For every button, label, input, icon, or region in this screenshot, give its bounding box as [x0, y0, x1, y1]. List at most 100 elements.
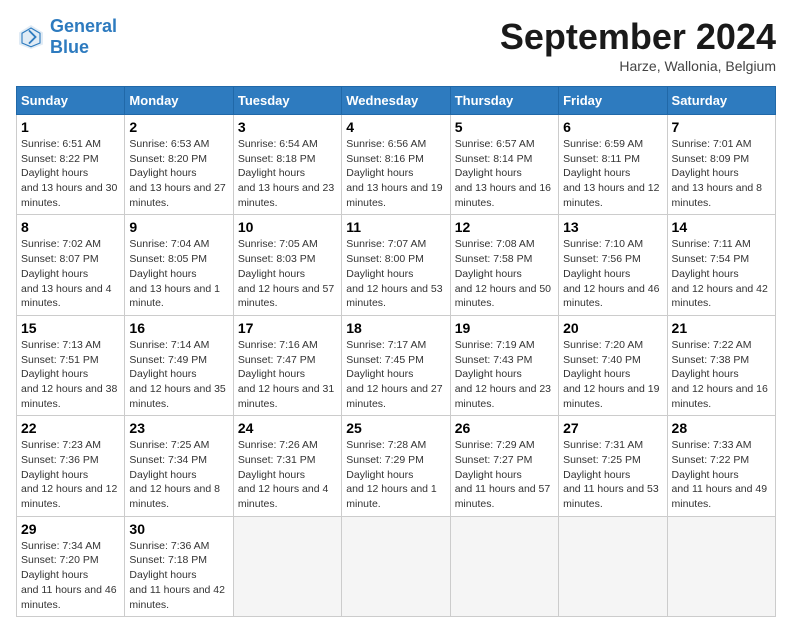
day-number: 6: [563, 119, 662, 135]
logo-icon: [16, 22, 46, 52]
column-header-thursday: Thursday: [450, 87, 558, 115]
calendar-cell: 18 Sunrise: 7:17 AM Sunset: 7:45 PM Dayl…: [342, 315, 450, 415]
day-number: 17: [238, 320, 337, 336]
day-info: Sunrise: 6:57 AM Sunset: 8:14 PM Dayligh…: [455, 137, 554, 210]
day-info: Sunrise: 6:53 AM Sunset: 8:20 PM Dayligh…: [129, 137, 228, 210]
day-number: 13: [563, 219, 662, 235]
calendar-cell: 29 Sunrise: 7:34 AM Sunset: 7:20 PM Dayl…: [17, 516, 125, 616]
day-number: 10: [238, 219, 337, 235]
day-number: 7: [672, 119, 771, 135]
calendar-cell: 12 Sunrise: 7:08 AM Sunset: 7:58 PM Dayl…: [450, 215, 558, 315]
column-header-tuesday: Tuesday: [233, 87, 341, 115]
day-info: Sunrise: 7:01 AM Sunset: 8:09 PM Dayligh…: [672, 137, 771, 210]
day-info: Sunrise: 7:11 AM Sunset: 7:54 PM Dayligh…: [672, 237, 771, 310]
calendar-cell: 6 Sunrise: 6:59 AM Sunset: 8:11 PM Dayli…: [559, 115, 667, 215]
calendar-week-row: 22 Sunrise: 7:23 AM Sunset: 7:36 PM Dayl…: [17, 416, 776, 516]
day-info: Sunrise: 7:17 AM Sunset: 7:45 PM Dayligh…: [346, 338, 445, 411]
day-number: 29: [21, 521, 120, 537]
day-number: 15: [21, 320, 120, 336]
calendar-cell: 25 Sunrise: 7:28 AM Sunset: 7:29 PM Dayl…: [342, 416, 450, 516]
logo-text: General Blue: [50, 16, 117, 58]
day-info: Sunrise: 7:23 AM Sunset: 7:36 PM Dayligh…: [21, 438, 120, 511]
month-title: September 2024: [500, 16, 776, 58]
calendar-cell: 3 Sunrise: 6:54 AM Sunset: 8:18 PM Dayli…: [233, 115, 341, 215]
day-info: Sunrise: 7:02 AM Sunset: 8:07 PM Dayligh…: [21, 237, 120, 310]
calendar-cell: 19 Sunrise: 7:19 AM Sunset: 7:43 PM Dayl…: [450, 315, 558, 415]
calendar-week-row: 15 Sunrise: 7:13 AM Sunset: 7:51 PM Dayl…: [17, 315, 776, 415]
day-info: Sunrise: 7:04 AM Sunset: 8:05 PM Dayligh…: [129, 237, 228, 310]
day-number: 5: [455, 119, 554, 135]
day-info: Sunrise: 7:33 AM Sunset: 7:22 PM Dayligh…: [672, 438, 771, 511]
calendar-cell: 21 Sunrise: 7:22 AM Sunset: 7:38 PM Dayl…: [667, 315, 775, 415]
day-number: 12: [455, 219, 554, 235]
calendar-cell: 27 Sunrise: 7:31 AM Sunset: 7:25 PM Dayl…: [559, 416, 667, 516]
calendar-cell: 26 Sunrise: 7:29 AM Sunset: 7:27 PM Dayl…: [450, 416, 558, 516]
calendar-week-row: 1 Sunrise: 6:51 AM Sunset: 8:22 PM Dayli…: [17, 115, 776, 215]
calendar-cell: 10 Sunrise: 7:05 AM Sunset: 8:03 PM Dayl…: [233, 215, 341, 315]
calendar-cell: 20 Sunrise: 7:20 AM Sunset: 7:40 PM Dayl…: [559, 315, 667, 415]
calendar-cell: 1 Sunrise: 6:51 AM Sunset: 8:22 PM Dayli…: [17, 115, 125, 215]
column-header-friday: Friday: [559, 87, 667, 115]
day-info: Sunrise: 7:08 AM Sunset: 7:58 PM Dayligh…: [455, 237, 554, 310]
day-number: 4: [346, 119, 445, 135]
day-number: 19: [455, 320, 554, 336]
day-info: Sunrise: 7:29 AM Sunset: 7:27 PM Dayligh…: [455, 438, 554, 511]
day-number: 22: [21, 420, 120, 436]
logo-blue: Blue: [50, 37, 89, 57]
day-info: Sunrise: 7:10 AM Sunset: 7:56 PM Dayligh…: [563, 237, 662, 310]
day-number: 26: [455, 420, 554, 436]
calendar-week-row: 8 Sunrise: 7:02 AM Sunset: 8:07 PM Dayli…: [17, 215, 776, 315]
calendar-table: SundayMondayTuesdayWednesdayThursdayFrid…: [16, 86, 776, 617]
day-info: Sunrise: 7:05 AM Sunset: 8:03 PM Dayligh…: [238, 237, 337, 310]
day-number: 9: [129, 219, 228, 235]
title-block: September 2024 Harze, Wallonia, Belgium: [500, 16, 776, 74]
calendar-cell: 11 Sunrise: 7:07 AM Sunset: 8:00 PM Dayl…: [342, 215, 450, 315]
day-number: 30: [129, 521, 228, 537]
calendar-cell: 5 Sunrise: 6:57 AM Sunset: 8:14 PM Dayli…: [450, 115, 558, 215]
day-number: 24: [238, 420, 337, 436]
day-info: Sunrise: 7:26 AM Sunset: 7:31 PM Dayligh…: [238, 438, 337, 511]
day-number: 8: [21, 219, 120, 235]
day-info: Sunrise: 7:28 AM Sunset: 7:29 PM Dayligh…: [346, 438, 445, 511]
day-number: 1: [21, 119, 120, 135]
day-number: 27: [563, 420, 662, 436]
day-number: 3: [238, 119, 337, 135]
day-info: Sunrise: 6:54 AM Sunset: 8:18 PM Dayligh…: [238, 137, 337, 210]
day-info: Sunrise: 7:22 AM Sunset: 7:38 PM Dayligh…: [672, 338, 771, 411]
day-info: Sunrise: 6:56 AM Sunset: 8:16 PM Dayligh…: [346, 137, 445, 210]
day-info: Sunrise: 7:25 AM Sunset: 7:34 PM Dayligh…: [129, 438, 228, 511]
calendar-cell: [667, 516, 775, 616]
day-number: 16: [129, 320, 228, 336]
column-header-wednesday: Wednesday: [342, 87, 450, 115]
calendar-cell: 28 Sunrise: 7:33 AM Sunset: 7:22 PM Dayl…: [667, 416, 775, 516]
day-info: Sunrise: 7:13 AM Sunset: 7:51 PM Dayligh…: [21, 338, 120, 411]
calendar-week-row: 29 Sunrise: 7:34 AM Sunset: 7:20 PM Dayl…: [17, 516, 776, 616]
calendar-cell: 13 Sunrise: 7:10 AM Sunset: 7:56 PM Dayl…: [559, 215, 667, 315]
day-number: 2: [129, 119, 228, 135]
calendar-cell: [450, 516, 558, 616]
calendar-cell: 17 Sunrise: 7:16 AM Sunset: 7:47 PM Dayl…: [233, 315, 341, 415]
calendar-cell: [559, 516, 667, 616]
day-info: Sunrise: 6:59 AM Sunset: 8:11 PM Dayligh…: [563, 137, 662, 210]
column-header-sunday: Sunday: [17, 87, 125, 115]
calendar-cell: 14 Sunrise: 7:11 AM Sunset: 7:54 PM Dayl…: [667, 215, 775, 315]
calendar-cell: 23 Sunrise: 7:25 AM Sunset: 7:34 PM Dayl…: [125, 416, 233, 516]
day-number: 18: [346, 320, 445, 336]
column-header-saturday: Saturday: [667, 87, 775, 115]
day-info: Sunrise: 7:14 AM Sunset: 7:49 PM Dayligh…: [129, 338, 228, 411]
calendar-cell: 4 Sunrise: 6:56 AM Sunset: 8:16 PM Dayli…: [342, 115, 450, 215]
column-header-monday: Monday: [125, 87, 233, 115]
calendar-cell: 30 Sunrise: 7:36 AM Sunset: 7:18 PM Dayl…: [125, 516, 233, 616]
day-number: 23: [129, 420, 228, 436]
day-info: Sunrise: 7:31 AM Sunset: 7:25 PM Dayligh…: [563, 438, 662, 511]
calendar-header-row: SundayMondayTuesdayWednesdayThursdayFrid…: [17, 87, 776, 115]
calendar-cell: [342, 516, 450, 616]
day-info: Sunrise: 7:36 AM Sunset: 7:18 PM Dayligh…: [129, 539, 228, 612]
calendar-cell: 7 Sunrise: 7:01 AM Sunset: 8:09 PM Dayli…: [667, 115, 775, 215]
day-number: 11: [346, 219, 445, 235]
location-subtitle: Harze, Wallonia, Belgium: [500, 58, 776, 74]
calendar-cell: 22 Sunrise: 7:23 AM Sunset: 7:36 PM Dayl…: [17, 416, 125, 516]
calendar-cell: 24 Sunrise: 7:26 AM Sunset: 7:31 PM Dayl…: [233, 416, 341, 516]
day-number: 14: [672, 219, 771, 235]
calendar-cell: 15 Sunrise: 7:13 AM Sunset: 7:51 PM Dayl…: [17, 315, 125, 415]
